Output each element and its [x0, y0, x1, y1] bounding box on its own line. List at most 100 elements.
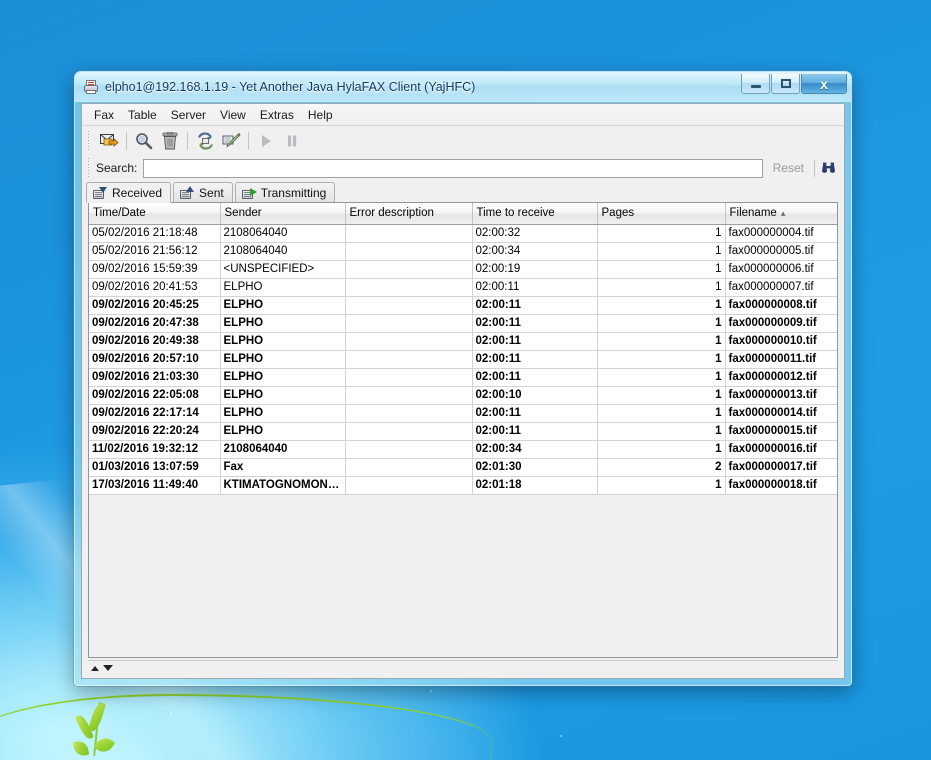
- maximize-button[interactable]: [771, 74, 800, 94]
- title-bar[interactable]: elpho1@192.168.1.19 - Yet Another Java H…: [75, 72, 851, 102]
- cell-sender: <UNSPECIFIED>: [220, 260, 346, 279]
- suspend-button[interactable]: [279, 129, 305, 153]
- table-row[interactable]: 09/02/2016 22:05:08 ELPHO 02:00:10 1 fax0000…: [89, 386, 837, 405]
- table-row[interactable]: 17/03/2016 11:49:40 KTIMATOGNOMON P... 02:…: [89, 476, 837, 495]
- cell-time-to-receive: 02:00:11: [472, 404, 598, 423]
- cell-time-date: 09/02/2016 20:45:25: [89, 296, 221, 315]
- cell-filename: fax000000018.tif: [725, 476, 837, 495]
- cell-filename: fax000000014.tif: [725, 404, 837, 423]
- cell-time-to-receive: 02:00:19: [472, 260, 598, 279]
- table-row[interactable]: 09/02/2016 20:41:53 ELPHO 02:00:11 1 fax0000…: [89, 278, 837, 297]
- column-header-error-description[interactable]: Error description: [345, 203, 473, 225]
- tab-strip: Received Sent Transmitting: [82, 181, 844, 203]
- table-row[interactable]: 01/03/2016 13:07:59 Fax 02:01:30 2 fax000000…: [89, 458, 837, 477]
- resume-button[interactable]: [253, 129, 279, 153]
- view-fax-button[interactable]: [131, 129, 157, 153]
- cell-pages: 1: [597, 404, 726, 423]
- column-header-sender[interactable]: Sender: [220, 203, 346, 225]
- tab-received[interactable]: Received: [86, 182, 172, 203]
- fax-table-container: Time/Date Sender Error description Time …: [88, 202, 838, 658]
- fax-received-icon: [93, 186, 108, 199]
- column-header-time-date[interactable]: Time/Date: [89, 203, 221, 225]
- cell-filename: fax000000006.tif: [725, 260, 837, 279]
- refresh-icon: [197, 131, 213, 150]
- table-row[interactable]: 09/02/2016 20:47:38 ELPHO 02:00:11 1 fax0000…: [89, 314, 837, 333]
- menu-item-server[interactable]: Server: [164, 106, 213, 124]
- cell-error-description: [345, 350, 473, 369]
- table-row[interactable]: 09/02/2016 22:20:24 ELPHO 02:00:11 1 fax0000…: [89, 422, 837, 441]
- table-row[interactable]: 09/02/2016 15:59:39 <UNSPECIFIED> 02:00:19…: [89, 260, 837, 279]
- table-row[interactable]: 09/02/2016 22:17:14 ELPHO 02:00:11 1 fax0000…: [89, 404, 837, 423]
- cell-time-to-receive: 02:01:18: [472, 476, 598, 495]
- cell-time-date: 09/02/2016 15:59:39: [89, 260, 221, 279]
- fax-table-body: 05/02/2016 21:18:48 2108064040 02:00:32 1 fa…: [89, 224, 837, 495]
- cell-error-description: [345, 278, 473, 297]
- cell-pages: 1: [597, 260, 726, 279]
- table-row[interactable]: 09/02/2016 21:03:30 ELPHO 02:00:11 1 fax0000…: [89, 368, 837, 387]
- reset-button[interactable]: Reset: [765, 161, 812, 175]
- cell-time-to-receive: 02:00:11: [472, 368, 598, 387]
- tab-received-label: Received: [112, 185, 163, 200]
- cell-filename: fax000000009.tif: [725, 314, 837, 333]
- cell-sender: ELPHO: [220, 404, 346, 423]
- cell-time-date: 09/02/2016 22:20:24: [89, 422, 221, 441]
- refresh-button[interactable]: [192, 129, 218, 153]
- forward-fax-button[interactable]: [218, 129, 244, 153]
- minimize-button[interactable]: [741, 74, 770, 94]
- menu-bar: Fax Table Server View Extras Help: [82, 104, 844, 126]
- column-header-label: Filename: [729, 207, 777, 220]
- find-button[interactable]: [817, 158, 839, 178]
- column-header-filename[interactable]: Filename ▴: [725, 203, 837, 225]
- cell-time-date: 09/02/2016 22:17:14: [89, 404, 221, 423]
- close-button[interactable]: x: [801, 74, 847, 94]
- cell-sender: Fax: [220, 458, 346, 477]
- cell-time-to-receive: 02:00:11: [472, 314, 598, 333]
- menu-item-table[interactable]: Table: [121, 106, 164, 124]
- table-row[interactable]: 05/02/2016 21:18:48 2108064040 02:00:32 1 fa…: [89, 224, 837, 243]
- cell-time-date: 09/02/2016 20:41:53: [89, 278, 221, 297]
- menu-item-help[interactable]: Help: [301, 106, 340, 124]
- tab-transmitting-label: Transmitting: [260, 185, 327, 200]
- cell-time-date: 01/03/2016 13:07:59: [89, 458, 221, 477]
- table-row[interactable]: 09/02/2016 20:57:10 ELPHO 02:00:11 1 fax0000…: [89, 350, 837, 369]
- wallpaper-grass: [0, 694, 490, 760]
- table-row[interactable]: 09/02/2016 20:49:38 ELPHO 02:00:11 1 fax0000…: [89, 332, 837, 351]
- cell-time-date: 09/02/2016 20:57:10: [89, 350, 221, 369]
- column-header-pages[interactable]: Pages: [597, 203, 726, 225]
- cell-filename: fax000000012.tif: [725, 368, 837, 387]
- send-fax-button[interactable]: [96, 129, 122, 153]
- cell-time-to-receive: 02:00:34: [472, 440, 598, 459]
- search-drag-handle[interactable]: [86, 158, 93, 178]
- table-row[interactable]: 11/02/2016 19:32:12 2108064040 02:00:34 1 fa…: [89, 440, 837, 459]
- column-header-time-to-receive[interactable]: Time to receive: [472, 203, 598, 225]
- status-bar: [88, 660, 838, 675]
- cell-error-description: [345, 476, 473, 495]
- wallpaper-stem: [93, 702, 101, 756]
- client-area: Fax Table Server View Extras Help Search…: [81, 103, 845, 679]
- menu-item-view[interactable]: View: [213, 106, 253, 124]
- cell-sender: ELPHO: [220, 314, 346, 333]
- toolbar-drag-handle[interactable]: [86, 130, 93, 151]
- search-input[interactable]: [143, 158, 763, 178]
- cell-time-date: 05/02/2016 21:18:48: [89, 224, 221, 243]
- cell-pages: 1: [597, 386, 726, 405]
- cell-filename: fax000000015.tif: [725, 422, 837, 441]
- cell-pages: 1: [597, 224, 726, 243]
- menu-item-fax[interactable]: Fax: [87, 106, 121, 124]
- triangle-up-icon[interactable]: [91, 665, 99, 671]
- table-row[interactable]: 05/02/2016 21:56:12 2108064040 02:00:34 1 fa…: [89, 242, 837, 261]
- cell-error-description: [345, 368, 473, 387]
- tab-sent[interactable]: Sent: [173, 182, 233, 202]
- tab-transmitting[interactable]: Transmitting: [234, 182, 336, 202]
- window-title: elpho1@192.168.1.19 - Yet Another Java H…: [105, 80, 476, 94]
- delete-fax-button[interactable]: [157, 129, 183, 153]
- triangle-down-icon[interactable]: [103, 665, 113, 671]
- close-icon: x: [820, 75, 828, 92]
- cell-time-to-receive: 02:00:11: [472, 350, 598, 369]
- menu-item-extras[interactable]: Extras: [253, 106, 301, 124]
- wallpaper-leaf: [88, 701, 106, 733]
- table-row[interactable]: 09/02/2016 20:45:25 ELPHO 02:00:11 1 fax0000…: [89, 296, 837, 315]
- cell-error-description: [345, 458, 473, 477]
- cell-pages: 2: [597, 458, 726, 477]
- cell-pages: 1: [597, 332, 726, 351]
